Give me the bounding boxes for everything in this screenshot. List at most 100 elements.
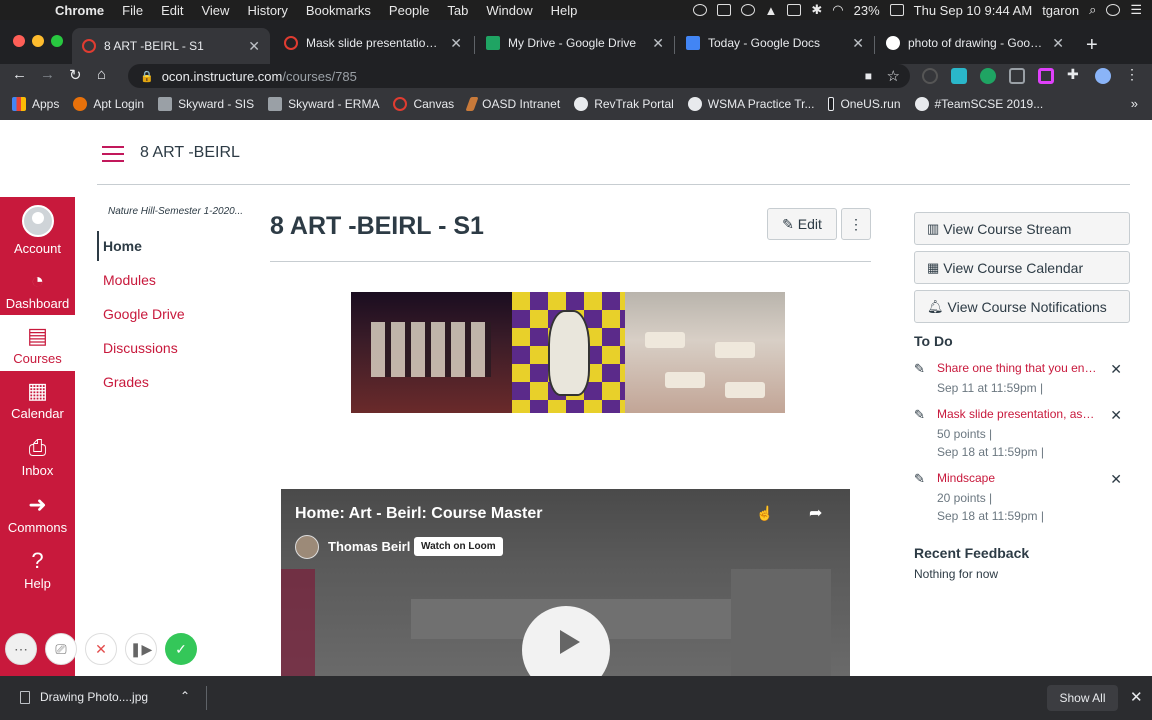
bluetooth-icon[interactable]: ✱ — [811, 2, 822, 18]
nav-dashboard[interactable]: ◔ Dashboard — [0, 268, 75, 311]
screen-icon[interactable] — [787, 4, 802, 16]
close-tab-icon[interactable]: ✕ — [652, 35, 664, 52]
extension-icon[interactable] — [1009, 68, 1025, 84]
control-center-icon[interactable]: ☰ — [1130, 2, 1142, 18]
extension-icon[interactable] — [1038, 68, 1054, 84]
course-nav-discussions[interactable]: Discussions — [97, 333, 247, 363]
nav-account[interactable]: Account — [0, 205, 75, 256]
home-icon[interactable]: ⌂ — [97, 66, 106, 83]
dismiss-icon[interactable]: ✕ — [1110, 407, 1122, 424]
tab-canvas-course[interactable]: 8 ART -BEIRL - S1 ✕ — [72, 28, 270, 64]
maximize-window-icon[interactable] — [51, 35, 63, 47]
dismiss-icon[interactable]: ✕ — [1110, 361, 1122, 378]
more-bookmarks-icon[interactable]: » — [1131, 96, 1138, 111]
close-tab-icon[interactable]: ✕ — [248, 38, 260, 55]
spotlight-search-icon[interactable]: ⌕ — [1089, 2, 1096, 18]
extension-icon[interactable] — [922, 68, 938, 84]
upload-icon[interactable]: ▲ — [765, 3, 778, 18]
clock[interactable]: Thu Sep 10 9:44 AM — [914, 3, 1033, 18]
lock-icon[interactable]: 🔒 — [140, 70, 154, 83]
tab-google-drive[interactable]: My Drive - Google Drive ✕ — [476, 28, 674, 58]
nav-help[interactable]: ? Help — [0, 548, 75, 591]
user-name[interactable]: tgaron — [1042, 3, 1079, 18]
siri-icon[interactable] — [1106, 4, 1121, 16]
menu-file[interactable]: File — [113, 3, 152, 18]
course-breadcrumb[interactable]: 8 ART -BEIRL — [140, 144, 240, 162]
bookmark-apps[interactable]: Apps — [12, 97, 59, 111]
close-icon[interactable]: ✕ — [1130, 688, 1143, 706]
menu-history[interactable]: History — [238, 3, 296, 18]
bookmark-revtrak[interactable]: RevTrak Portal — [574, 97, 674, 111]
edit-button[interactable]: ✎ Edit — [767, 208, 837, 240]
menu-view[interactable]: View — [192, 3, 238, 18]
extension-icon[interactable] — [980, 68, 996, 84]
course-nav-modules[interactable]: Modules — [97, 265, 247, 295]
course-nav-google-drive[interactable]: Google Drive — [97, 299, 247, 329]
show-all-button[interactable]: Show All — [1047, 685, 1118, 711]
profile-avatar[interactable] — [1095, 68, 1111, 84]
view-course-calendar-button[interactable]: ▦ View Course Calendar — [914, 251, 1130, 284]
forward-arrow-icon[interactable]: → — [40, 66, 55, 83]
more-options-icon[interactable]: ⋯ — [5, 633, 37, 665]
camera-in-use-icon[interactable]: ■ — [865, 69, 872, 83]
bookmark-apt-login[interactable]: Apt Login — [73, 97, 144, 111]
bookmark-oneus[interactable]: OneUS.run — [828, 97, 901, 111]
nav-courses[interactable]: ▤ Courses — [0, 315, 75, 371]
bookmark-oasd-intranet[interactable]: OASD Intranet — [465, 97, 560, 111]
wifi-icon[interactable]: ◠ — [832, 2, 843, 18]
reload-icon[interactable]: ↻ — [69, 66, 82, 84]
nav-inbox[interactable]: ⎙ Inbox — [0, 435, 75, 478]
dismiss-icon[interactable]: ✕ — [1110, 471, 1122, 488]
hamburger-menu-icon[interactable] — [102, 146, 124, 167]
battery-percent[interactable]: 23% — [854, 3, 880, 18]
bookmark-star-icon[interactable]: ☆ — [887, 67, 900, 85]
nav-calendar[interactable]: ▦ Calendar — [0, 378, 75, 421]
close-tab-icon[interactable]: ✕ — [852, 35, 864, 52]
cancel-recording-icon[interactable]: ✕ — [85, 633, 117, 665]
view-course-notifications-button[interactable]: 🔔︎ View Course Notifications — [914, 290, 1130, 323]
address-bar[interactable]: 🔒 ocon.instructure.com /courses/785 ■ ☆ — [128, 64, 910, 88]
bookmark-skyward-erma[interactable]: Skyward - ERMA — [268, 97, 379, 111]
finish-recording-icon[interactable]: ✓ — [165, 633, 197, 665]
watch-on-loom-button[interactable]: Watch on Loom — [414, 537, 503, 556]
menu-window[interactable]: Window — [477, 3, 541, 18]
course-nav-grades[interactable]: Grades — [97, 367, 247, 397]
todo-link[interactable]: Share one thing that you enjoy — [937, 361, 1099, 375]
download-item[interactable]: Drawing Photo....jpg — [20, 690, 148, 704]
chrome-menu-icon[interactable]: ⋮ — [1125, 66, 1141, 82]
extensions-puzzle-icon[interactable]: ✚ — [1067, 66, 1083, 82]
close-tab-icon[interactable]: ✕ — [1052, 35, 1064, 52]
bookmark-skyward-sis[interactable]: Skyward - SIS — [158, 97, 254, 111]
tab-google-docs[interactable]: Today - Google Docs ✕ — [676, 28, 874, 58]
more-options-button[interactable]: ⋮ — [841, 208, 871, 240]
todo-link[interactable]: Mask slide presentation, assignment — [937, 407, 1099, 421]
todo-link[interactable]: Mindscape — [937, 471, 1099, 485]
camera-toggle-icon[interactable]: ⎚ — [45, 633, 77, 665]
close-window-icon[interactable] — [13, 35, 25, 47]
new-tab-icon[interactable]: + — [1086, 34, 1098, 57]
chevron-up-icon[interactable]: ⌃ — [180, 689, 190, 703]
minimize-window-icon[interactable] — [32, 35, 44, 47]
menu-people[interactable]: People — [380, 3, 438, 18]
pause-recording-icon[interactable]: ❚▶ — [125, 633, 157, 665]
tab-google-search[interactable]: photo of drawing - Google Search ✕ — [876, 28, 1074, 58]
camera-icon[interactable] — [716, 4, 731, 16]
close-tab-icon[interactable]: ✕ — [450, 35, 462, 52]
extension-icon[interactable] — [951, 68, 967, 84]
menu-app-name[interactable]: Chrome — [46, 3, 113, 18]
bookmark-teamscse[interactable]: #TeamSCSE 2019... — [914, 97, 1043, 111]
bookmark-canvas[interactable]: Canvas — [393, 97, 454, 111]
bookmark-wsma[interactable]: WSMA Practice Tr... — [687, 97, 814, 111]
back-arrow-icon[interactable]: ← — [12, 66, 27, 83]
menu-help[interactable]: Help — [542, 3, 587, 18]
course-nav-home[interactable]: Home — [97, 231, 247, 261]
nav-commons[interactable]: ➜ Commons — [0, 492, 75, 535]
video-title[interactable]: Home: Art - Beirl: Course Master — [295, 505, 542, 523]
view-course-stream-button[interactable]: ▥ View Course Stream — [914, 212, 1130, 245]
microphone-icon[interactable] — [692, 4, 707, 16]
status-circle-icon[interactable] — [740, 4, 755, 16]
battery-icon[interactable] — [889, 4, 904, 16]
menu-bookmarks[interactable]: Bookmarks — [297, 3, 380, 18]
menu-tab[interactable]: Tab — [438, 3, 477, 18]
menu-edit[interactable]: Edit — [152, 3, 192, 18]
